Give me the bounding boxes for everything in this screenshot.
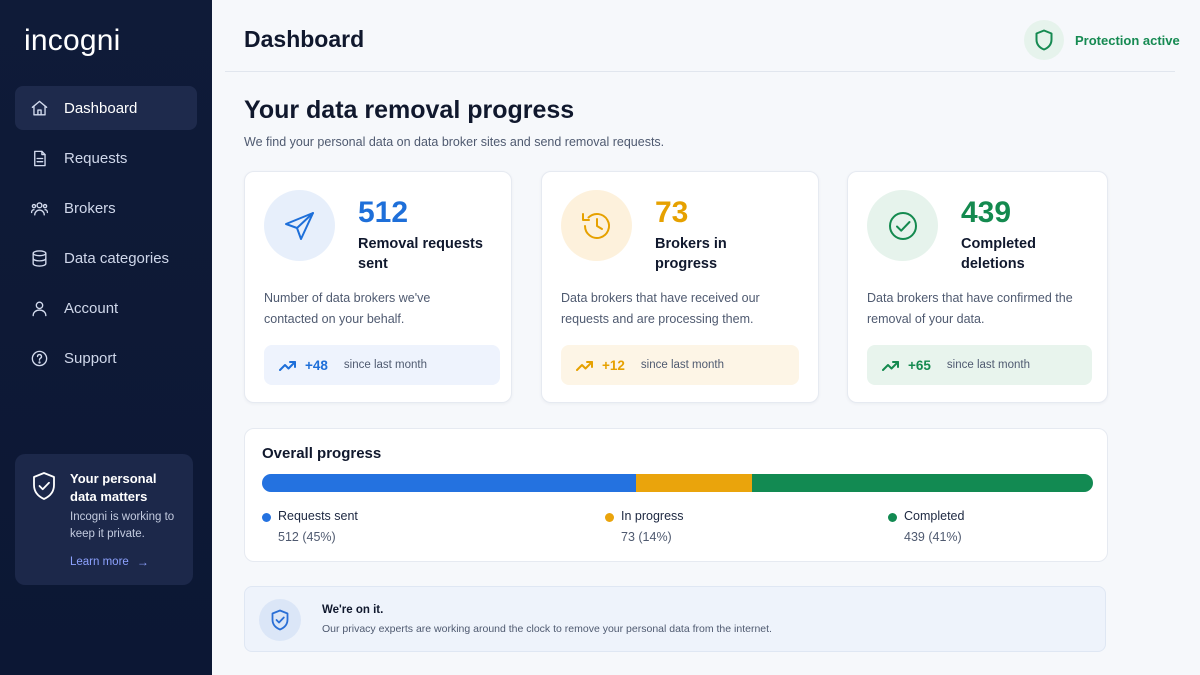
trend-label: since last month <box>946 359 1031 371</box>
legend-dot <box>605 513 614 522</box>
sidebar-item-label: Data categories <box>64 249 170 267</box>
promo-title: Your personal data matters <box>70 471 157 504</box>
document-icon <box>29 148 49 168</box>
trend-label: since last month <box>343 359 428 371</box>
legend-value: 73 (14%) <box>621 530 672 544</box>
trend-badge: +12 since last month <box>561 345 799 385</box>
sidebar-item-dashboard[interactable]: Dashboard <box>15 86 197 130</box>
notice-title: We're on it. <box>322 604 384 616</box>
stat-value: 439 <box>961 196 1012 229</box>
trend-value: +12 <box>602 357 625 373</box>
stat-card-completed-deletions: 439 Completed deletions Data brokers tha… <box>847 171 1108 403</box>
sidebar-item-label: Requests <box>64 149 128 167</box>
trend-up-icon <box>279 361 296 371</box>
stat-description: Number of data brokers we've contacted o… <box>264 291 431 326</box>
stat-value: 512 <box>358 196 409 229</box>
progress-segment-in-progress <box>635 474 753 492</box>
section-heading: Your data removal progress <box>244 96 575 124</box>
sidebar-item-data-categories[interactable]: Data categories <box>15 236 197 280</box>
sidebar-item-brokers[interactable]: Brokers <box>15 186 197 230</box>
learn-more-link[interactable]: Learn more → <box>70 555 149 569</box>
legend-name: Requests sent <box>278 509 358 523</box>
users-icon <box>29 198 49 218</box>
overall-progress-bar <box>262 474 1093 492</box>
check-circle-icon <box>867 190 938 261</box>
shield-check-icon <box>259 599 301 641</box>
legend-dot <box>262 513 271 522</box>
stat-label: Brokers in progress <box>655 236 727 272</box>
stat-card-brokers-in-progress: 73 Brokers in progress Data brokers that… <box>541 171 819 403</box>
sidebar-item-account[interactable]: Account <box>15 286 197 330</box>
shield-icon <box>1024 20 1064 60</box>
progress-segment-requests-sent <box>262 474 636 492</box>
trend-label: since last month <box>640 359 725 371</box>
overall-progress-title: Overall progress <box>262 445 382 462</box>
trend-value: +48 <box>305 357 328 373</box>
protection-status[interactable]: Protection active <box>1024 20 1180 60</box>
trend-up-icon <box>576 361 593 371</box>
overall-progress-card: Overall progress Requests sent 512 (45%)… <box>244 428 1108 562</box>
sidebar-item-label: Account <box>64 299 119 317</box>
stat-label: Removal requests sent <box>358 236 483 272</box>
progress-segment-completed <box>752 474 1093 492</box>
section-subheading: We find your personal data on data broke… <box>244 135 665 149</box>
app-logo[interactable]: incogni <box>24 24 120 58</box>
legend-name: In progress <box>621 509 684 523</box>
trend-value: +65 <box>908 357 931 373</box>
sidebar-item-label: Dashboard <box>64 99 138 117</box>
sidebar-item-label: Brokers <box>64 199 116 217</box>
shield-check-icon <box>31 471 57 501</box>
legend-dot <box>888 513 897 522</box>
send-icon <box>264 190 335 261</box>
help-icon <box>29 348 49 368</box>
legend-value: 439 (41%) <box>904 530 962 544</box>
user-icon <box>29 298 49 318</box>
status-notice: We're on it. Our privacy experts are wor… <box>244 586 1106 652</box>
sidebar-item-label: Support <box>64 349 117 367</box>
sidebar: incogni Dashboard Requests Brokers Data … <box>0 0 212 675</box>
home-icon <box>29 98 49 118</box>
legend-value: 512 (45%) <box>278 530 336 544</box>
stat-value: 73 <box>655 196 689 229</box>
trend-badge: +48 since last month <box>264 345 500 385</box>
stat-card-requests-sent: 512 Removal requests sent Number of data… <box>244 171 512 403</box>
sidebar-item-requests[interactable]: Requests <box>15 136 197 180</box>
trend-up-icon <box>882 361 899 371</box>
promo-text: Incogni is working to keep it private. <box>70 511 175 540</box>
sidebar-nav: Dashboard Requests Brokers Data categori… <box>15 86 197 386</box>
stat-label: Completed deletions <box>961 236 1036 272</box>
notice-text: Our privacy experts are working around t… <box>322 623 772 635</box>
stat-description: Data brokers that have confirmed the rem… <box>867 291 1073 326</box>
database-icon <box>29 248 49 268</box>
sidebar-item-support[interactable]: Support <box>15 336 197 380</box>
legend-name: Completed <box>904 509 965 523</box>
protection-status-label: Protection active <box>1075 32 1180 48</box>
arrow-right-icon: → <box>136 555 149 569</box>
stat-description: Data brokers that have received our requ… <box>561 291 760 326</box>
header-divider <box>225 71 1175 72</box>
page-title: Dashboard <box>244 26 365 52</box>
learn-more-label: Learn more <box>70 556 129 568</box>
history-icon <box>561 190 632 261</box>
trend-badge: +65 since last month <box>867 345 1092 385</box>
privacy-promo-card: Your personal data matters Incogni is wo… <box>15 454 193 585</box>
